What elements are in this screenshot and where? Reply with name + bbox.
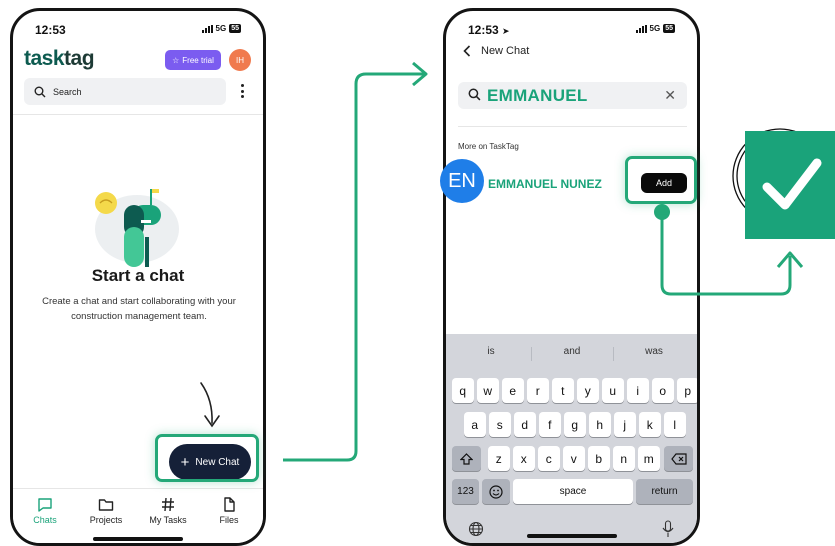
connector-line-1	[283, 72, 424, 462]
success-checkmark	[745, 131, 835, 239]
checkmark-icon	[762, 158, 822, 210]
connector-dot	[654, 204, 670, 220]
contact-avatar: EN	[440, 159, 484, 203]
hand-drawn-arrow-icon	[200, 382, 220, 428]
flow-connectors	[200, 61, 828, 462]
add-button-highlight	[625, 156, 697, 204]
new-chat-highlight	[155, 434, 259, 482]
